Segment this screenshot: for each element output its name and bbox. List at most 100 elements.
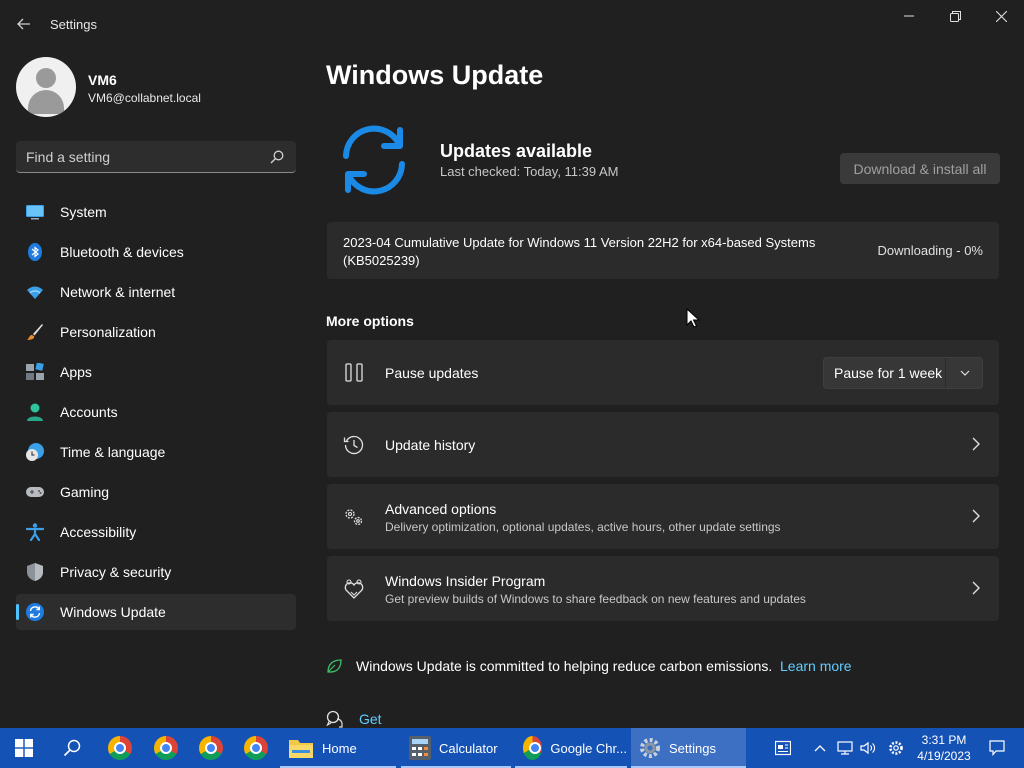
- sidebar-item-label: System: [60, 204, 107, 220]
- clock-date: 4/19/2023: [917, 749, 971, 763]
- pause-duration-value: Pause for 1 week: [834, 365, 943, 381]
- dropdown-divider: [945, 358, 946, 388]
- taskbar-clock[interactable]: 3:31 PM 4/19/2023: [912, 732, 976, 764]
- chevron-up-icon: [814, 745, 826, 752]
- apps-icon: [26, 363, 44, 380]
- taskbar-pinned-chrome-3[interactable]: [189, 728, 233, 768]
- title-bar: Settings: [0, 0, 1024, 48]
- sidebar-item-network[interactable]: Network & internet: [16, 274, 296, 310]
- advanced-options-card[interactable]: Advanced options Delivery optimization, …: [327, 484, 999, 549]
- sidebar-item-accessibility[interactable]: Accessibility: [16, 514, 296, 550]
- windows-insider-description: Get preview builds of Windows to share f…: [385, 592, 806, 606]
- taskbar-search-button[interactable]: [50, 728, 94, 768]
- folder-icon: [289, 740, 313, 758]
- speaker-icon: [860, 741, 875, 755]
- chrome-icon: [523, 736, 543, 760]
- person-icon: [27, 403, 43, 421]
- sidebar-item-label: Network & internet: [60, 284, 176, 300]
- notification-icon: [989, 740, 1005, 756]
- taskbar-app-chrome[interactable]: Google Chr...: [515, 728, 627, 768]
- sidebar-item-accounts[interactable]: Accounts: [16, 394, 296, 430]
- sidebar-nav: System Bluetooth & devices Network & int…: [16, 194, 296, 634]
- chrome-icon: [108, 736, 132, 760]
- notifications-button[interactable]: [974, 728, 1020, 768]
- advanced-options-description: Delivery optimization, optional updates,…: [385, 520, 781, 534]
- sidebar-item-privacy[interactable]: Privacy & security: [16, 554, 296, 590]
- update-status-title: Updates available: [440, 141, 593, 161]
- volume-button[interactable]: [858, 728, 878, 768]
- minimize-icon: [904, 15, 914, 17]
- pause-icon: [345, 363, 363, 382]
- network-icon: [837, 741, 853, 755]
- taskbar-app-label: Home: [322, 740, 357, 756]
- pending-update-card: 2023-04 Cumulative Update for Windows 11…: [327, 222, 999, 279]
- sidebar-item-gaming[interactable]: Gaming: [16, 474, 296, 510]
- download-install-all-button[interactable]: Download & install all: [840, 153, 1000, 184]
- update-name: 2023-04 Cumulative Update for Windows 11…: [343, 235, 816, 268]
- restore-icon: [949, 10, 961, 22]
- sidebar-item-personalization[interactable]: Personalization: [16, 314, 296, 350]
- windows-insider-card[interactable]: Windows Insider Program Get preview buil…: [327, 556, 999, 621]
- sidebar-item-label: Time & language: [60, 444, 166, 460]
- chrome-icon: [154, 736, 178, 760]
- page-title: Windows Update: [326, 60, 544, 90]
- clock-globe-icon: [26, 443, 44, 461]
- windows-insider-label: Windows Insider Program: [385, 573, 546, 589]
- taskbar-app-label: Calculator: [439, 740, 498, 756]
- search-input[interactable]: [26, 147, 261, 167]
- back-button[interactable]: [10, 10, 38, 38]
- news-icon: [775, 740, 791, 756]
- profile-email: VM6@collabnet.local: [88, 91, 201, 105]
- sidebar-item-windows-update[interactable]: Windows Update: [16, 594, 296, 630]
- pause-updates-label: Pause updates: [385, 365, 479, 381]
- sidebar-item-apps[interactable]: Apps: [16, 354, 296, 390]
- taskbar-app-home[interactable]: Home: [280, 728, 396, 768]
- taskbar: Home Calculator Google Chr... Settings 3…: [0, 728, 1024, 768]
- taskbar-app-settings[interactable]: Settings: [631, 728, 746, 768]
- minimize-button[interactable]: [886, 0, 932, 32]
- monitor-icon: [26, 205, 44, 220]
- chevron-down-icon[interactable]: [960, 368, 970, 378]
- avatar-head-shape: [36, 68, 56, 88]
- update-progress-status: Downloading - 0%: [877, 243, 983, 258]
- history-icon: [343, 435, 364, 455]
- taskbar-app-calculator[interactable]: Calculator: [401, 728, 511, 768]
- network-status-button[interactable]: [835, 728, 855, 768]
- avatar[interactable]: [16, 57, 76, 117]
- search-icon: [63, 739, 81, 757]
- learn-more-link[interactable]: Learn more: [780, 658, 852, 674]
- sidebar-item-label: Bluetooth & devices: [60, 244, 184, 260]
- start-button[interactable]: [2, 728, 46, 768]
- sidebar-item-time-language[interactable]: Time & language: [16, 434, 296, 470]
- taskbar-pinned-chrome-2[interactable]: [144, 728, 188, 768]
- update-history-card[interactable]: Update history: [327, 412, 999, 477]
- sidebar-item-bluetooth[interactable]: Bluetooth & devices: [16, 234, 296, 270]
- close-button[interactable]: [978, 0, 1024, 32]
- chrome-icon: [199, 736, 223, 760]
- pause-duration-dropdown[interactable]: Pause for 1 week: [823, 357, 983, 389]
- quick-settings-button[interactable]: [886, 728, 906, 768]
- wifi-icon: [27, 286, 43, 299]
- search-box[interactable]: [16, 141, 296, 173]
- bluetooth-icon: [28, 243, 42, 261]
- gear-icon: [889, 741, 903, 755]
- close-icon: [995, 10, 1007, 22]
- chevron-right-icon: [972, 437, 980, 451]
- leaf-icon: [327, 659, 342, 673]
- gamepad-icon: [26, 487, 44, 497]
- search-icon[interactable]: [270, 150, 284, 164]
- more-options-heading: More options: [326, 313, 414, 329]
- profile-name: VM6: [88, 72, 117, 88]
- taskbar-pinned-chrome-1[interactable]: [98, 728, 142, 768]
- sidebar-item-label: Personalization: [60, 324, 156, 340]
- windows-logo-icon: [15, 739, 33, 757]
- avatar-body-shape: [28, 90, 64, 114]
- sidebar-item-system[interactable]: System: [16, 194, 296, 230]
- carbon-notice-text: Windows Update is committed to helping r…: [356, 658, 773, 674]
- restore-button[interactable]: [932, 0, 978, 32]
- taskbar-pinned-chrome-4[interactable]: [234, 728, 278, 768]
- chevron-right-icon: [972, 581, 980, 595]
- brush-icon: [27, 324, 43, 340]
- sidebar-item-label: Privacy & security: [60, 564, 172, 580]
- gear-icon: [640, 738, 660, 758]
